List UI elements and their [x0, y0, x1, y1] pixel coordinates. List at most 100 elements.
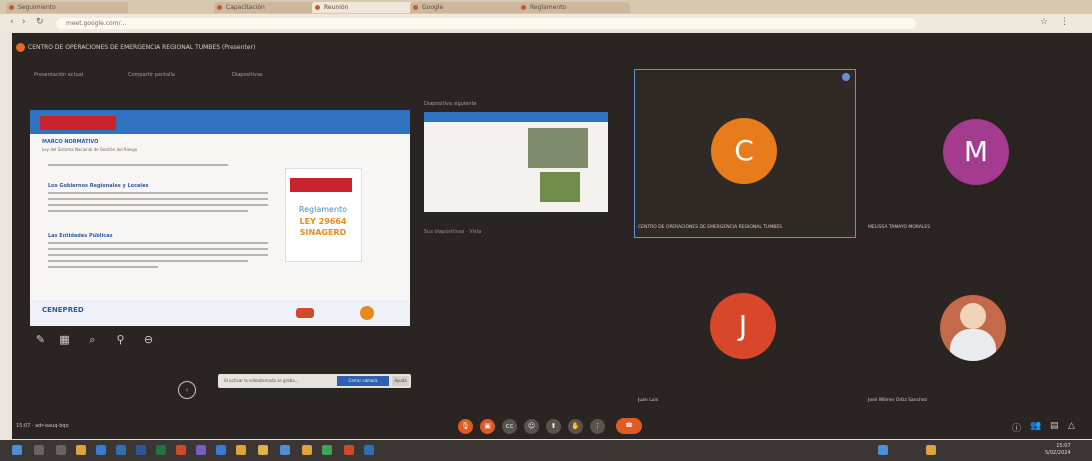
favicon-icon [9, 5, 14, 10]
browser-tab[interactable]: Google [410, 2, 522, 13]
avatar: C [711, 118, 777, 184]
notification-dismiss-button[interactable]: Ayuda [392, 376, 409, 386]
notification-accept-button[interactable]: Cerrar cámara [337, 376, 389, 386]
app-icon[interactable] [364, 445, 374, 455]
browser-tab[interactable]: Reglamento [518, 2, 630, 13]
end-call-button[interactable]: ☎ [616, 418, 642, 434]
avatar: J [710, 293, 776, 359]
shirt-shape [950, 329, 996, 361]
text-line [48, 248, 268, 250]
menu-icon[interactable]: ⋮ [1060, 17, 1069, 27]
forward-icon[interactable]: › [22, 17, 26, 27]
taskbar-clock[interactable]: 15:07 5/02/2024 [1045, 443, 1071, 457]
weather-icon [878, 445, 888, 455]
thumbnail-caption: Sus diapositivas · Vista [424, 229, 482, 235]
participant-name: CENTRO DE OPERACIONES DE EMERGENCIA REGI… [638, 225, 783, 230]
face-shape [960, 303, 986, 329]
browser-tab[interactable]: Seguimiento [6, 2, 128, 13]
chat-icon[interactable]: ▤ [1050, 421, 1059, 431]
browser-tab[interactable]: Capacitación [214, 2, 316, 13]
url-input[interactable]: meet.google.com/... [56, 18, 916, 29]
browser-tab-active[interactable]: Reunión [312, 2, 414, 13]
chrome-icon[interactable] [302, 445, 312, 455]
info-icon[interactable]: ⓘ [1012, 421, 1021, 434]
pointer-icon[interactable]: ⚲ [114, 333, 127, 346]
promo-line: Reglamento [298, 205, 348, 214]
text-line [48, 204, 268, 206]
raise-hand-button[interactable]: ✋ [568, 419, 583, 434]
pen-icon[interactable]: ✎ [34, 333, 47, 346]
clock-time: 15:07 [1056, 443, 1071, 449]
menu-item[interactable]: Diapositivas [232, 72, 263, 78]
favicon-icon [315, 5, 320, 10]
more-options-button[interactable]: ⋮ [590, 419, 605, 434]
minus-icon[interactable]: ⊖ [142, 333, 155, 346]
participant-name: Juan Luis [638, 398, 659, 403]
slide-block-title: Los Gobiernos Regionales y Locales [48, 183, 149, 189]
thumbnail-image [540, 172, 580, 202]
captions-button[interactable]: cc [502, 419, 517, 434]
activities-icon[interactable]: △ [1068, 421, 1075, 431]
text-line [48, 266, 158, 268]
emoji-button[interactable]: ☺ [524, 419, 539, 434]
prev-slide-icon[interactable]: ‹ [178, 381, 196, 399]
app-icon[interactable] [116, 445, 126, 455]
notification-text: Al activar la videollamada se graba... [224, 378, 299, 383]
bookmark-icon[interactable]: ☆ [1040, 17, 1048, 27]
speaking-indicator-icon [842, 73, 850, 81]
avatar-photo [940, 295, 1006, 361]
menu-item[interactable]: Compartir pantalla [128, 72, 175, 78]
reload-icon[interactable]: ↻ [36, 17, 44, 27]
file-explorer-icon[interactable] [76, 445, 86, 455]
excel-icon[interactable] [156, 445, 166, 455]
government-logo [40, 116, 116, 130]
camera-off-button[interactable]: ▣ [480, 419, 495, 434]
slide-footer [30, 300, 410, 326]
app-icon[interactable] [216, 445, 226, 455]
thumbnail-header [424, 112, 608, 122]
text-line [48, 198, 268, 200]
text-line [48, 260, 248, 262]
slide-block-title: Las Entidades Públicas [48, 233, 113, 239]
favicon-icon [217, 5, 222, 10]
app-icon[interactable] [280, 445, 290, 455]
participant-name: José Wilmer Ortiz Sanchez [868, 398, 928, 403]
slide-subtitle: Ley del Sistema Nacional de Gestión del … [42, 147, 138, 152]
task-view-icon[interactable] [56, 445, 66, 455]
app-icon[interactable] [258, 445, 268, 455]
next-slide-label: Diapositiva siguiente [424, 101, 477, 107]
text-line [48, 254, 268, 256]
mic-off-button[interactable]: 🎙 [458, 419, 473, 434]
promo-logo [290, 178, 352, 192]
meet-logo-icon [16, 43, 25, 52]
text-line [48, 164, 228, 166]
text-line [48, 192, 268, 194]
start-icon[interactable] [12, 445, 22, 455]
zoom-icon[interactable]: ⌕ [86, 333, 99, 346]
powerpoint-icon[interactable] [176, 445, 186, 455]
text-line [48, 242, 268, 244]
promo-line: SINAGERD [299, 228, 347, 237]
app-icon[interactable] [236, 445, 246, 455]
thumbnail-image [528, 128, 588, 168]
word-icon[interactable] [136, 445, 146, 455]
meeting-time-code: 15:07 · adr-eauq-bqo [16, 423, 69, 429]
search-icon[interactable] [34, 445, 44, 455]
participant-name: MELISSA TAMAYO MORALES [868, 225, 931, 230]
footer-logo-icon [296, 308, 314, 318]
footer-logo-icon [360, 306, 374, 320]
menu-item[interactable]: Presentación actual [34, 72, 83, 78]
tray-icon[interactable] [926, 445, 936, 455]
slide-footer-brand: CENEPRED [42, 306, 84, 314]
people-icon[interactable]: 👥 [1030, 421, 1041, 431]
browser-tab-bar: Seguimiento Capacitación Reunión Google … [0, 0, 1092, 14]
grid-icon[interactable]: ▦ [58, 333, 71, 346]
app-icon[interactable] [196, 445, 206, 455]
present-button[interactable]: ⬆ [546, 419, 561, 434]
meeting-title: CENTRO DE OPERACIONES DE EMERGENCIA REGI… [28, 44, 256, 51]
app-icon[interactable] [344, 445, 354, 455]
app-icon[interactable] [322, 445, 332, 455]
app-icon[interactable] [96, 445, 106, 455]
clock-date: 5/02/2024 [1045, 450, 1071, 456]
back-icon[interactable]: ‹ [10, 17, 14, 27]
